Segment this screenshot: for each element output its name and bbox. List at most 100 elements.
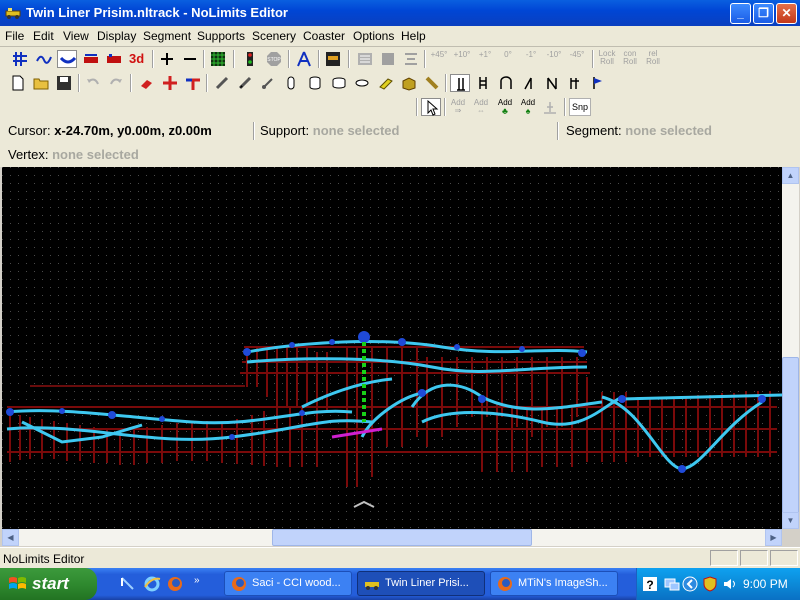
add-tree-button[interactable]: Add ♣ [494,99,516,116]
cross-support-button[interactable] [542,74,562,92]
quicklaunch-more-icon[interactable]: » [194,575,204,593]
task-button-imageshack[interactable]: MTiN's ImageSh... [490,571,618,596]
roll-minus-1-button[interactable]: -1° [520,51,542,59]
double-support-button[interactable] [565,74,585,92]
close-button[interactable]: ✕ [776,3,797,24]
start-button[interactable]: start [0,568,97,600]
rel-roll-button[interactable]: rel Roll [642,50,664,66]
vertical-scroll-thumb[interactable] [782,357,799,515]
menu-supports[interactable]: Supports [197,29,245,43]
minimize-button[interactable]: _ [730,3,751,24]
align-button[interactable] [401,50,421,68]
menu-view[interactable]: View [63,29,89,43]
diagonal-beam-button[interactable] [422,74,442,92]
roll-zero-button[interactable]: 0° [497,51,519,59]
menu-help[interactable]: Help [401,29,426,43]
pencil-tool-button[interactable] [235,74,255,92]
angled-support-button[interactable] [519,74,539,92]
menu-scenery[interactable]: Scenery [252,29,296,43]
block-button[interactable] [378,50,398,68]
snap-grid-button[interactable] [208,50,228,68]
block-scenery-button[interactable] [399,74,419,92]
brush-tool-button[interactable] [258,74,278,92]
signal-light-button[interactable] [240,50,260,68]
side-view-button[interactable] [34,50,54,68]
roll-plus-45-button[interactable]: +45° [428,51,450,59]
menu-edit[interactable]: Edit [33,29,54,43]
menu-coaster[interactable]: Coaster [303,29,345,43]
track-view-button[interactable] [57,50,77,68]
split-segment-button[interactable] [160,74,180,92]
open-file-button[interactable] [31,74,51,92]
footer-button[interactable] [352,74,372,92]
task-button-saci[interactable]: Saci - CCI wood... [224,571,352,596]
vertical-scrollbar[interactable]: ▲ ▼ [782,167,799,529]
menu-segment[interactable]: Segment [143,29,191,43]
select-pointer-button[interactable] [421,98,441,116]
beam-button[interactable] [376,74,396,92]
security-shield-icon[interactable] [701,575,719,593]
view-3d-button[interactable]: 3d [127,50,149,68]
firefox-icon[interactable] [166,575,184,593]
scroll-up-button[interactable]: ▲ [782,167,799,184]
internet-explorer-icon[interactable] [143,575,161,593]
coaster-train-button[interactable] [81,50,101,68]
zoom-out-button[interactable] [180,50,200,68]
maximize-button[interactable]: ❐ [753,3,774,24]
new-file-button[interactable] [8,74,28,92]
editor-viewport[interactable] [2,167,782,529]
column-support-button[interactable] [281,74,301,92]
roll-minus-10-button[interactable]: -10° [543,51,565,59]
scroll-left-button[interactable]: ◀ [2,529,19,546]
horizontal-scroll-thumb[interactable] [272,529,532,546]
scroll-down-button[interactable]: ▼ [782,512,799,529]
tray-expand-icon[interactable] [681,575,699,593]
roll-plus-10-button[interactable]: +10° [451,51,473,59]
delete-segment-button[interactable] [137,74,157,92]
add-segment-button[interactable]: Add ⇒ [447,99,469,115]
track-canvas[interactable] [2,167,782,529]
save-icon [57,76,71,90]
add-ground-button[interactable] [540,98,560,116]
add-object-button[interactable]: Add ♠ [517,99,539,116]
vertical-support-button[interactable] [450,74,470,92]
menu-display[interactable]: Display [97,29,136,43]
title-bar[interactable]: Twin Liner Prisim.nltrack - NoLimits Edi… [0,0,800,26]
help-icon[interactable]: ? [641,575,659,593]
support-label: Support: [260,123,310,138]
roll-minus-45-button[interactable]: -45° [566,51,588,59]
add-both-button[interactable]: Add ⇔ [470,99,492,115]
tower-support-button[interactable] [473,74,493,92]
roll-plus-1-button[interactable]: +1° [474,51,496,59]
support-tower-button[interactable] [294,50,314,68]
horizontal-scrollbar[interactable]: ◀ ▶ [2,529,782,546]
task-button-twin-liner[interactable]: Twin Liner Prisi... [357,571,485,596]
lock-roll-button[interactable]: Lock Roll [596,50,618,66]
toolbar-separator [152,50,154,68]
network-icon[interactable] [663,575,681,593]
show-desktop-icon[interactable] [119,575,137,593]
undo-button[interactable] [83,74,103,92]
cylinder-support-button[interactable] [305,74,325,92]
train-view-button[interactable] [104,50,124,68]
flag-support-button[interactable] [588,74,608,92]
scroll-right-button[interactable]: ▶ [765,529,782,546]
redo-button[interactable] [106,74,126,92]
line-tool-button[interactable] [212,74,232,92]
station-button[interactable] [323,50,343,68]
volume-icon[interactable] [721,575,739,593]
segment-value: none selected [625,123,712,138]
zoom-in-button[interactable] [157,50,177,68]
con-roll-button[interactable]: con Roll [619,50,641,66]
stop-button[interactable]: STOP [264,50,284,68]
wide-cylinder-button[interactable] [329,74,349,92]
menu-file[interactable]: File [5,29,24,43]
join-segment-button[interactable] [183,74,203,92]
arch-support-button[interactable] [496,74,516,92]
station-icon [326,52,340,66]
grid-view-button[interactable] [10,50,30,68]
menu-options[interactable]: Options [353,29,394,43]
snap-button[interactable]: Snp [569,98,591,116]
properties-button[interactable] [355,50,375,68]
save-file-button[interactable] [54,74,74,92]
